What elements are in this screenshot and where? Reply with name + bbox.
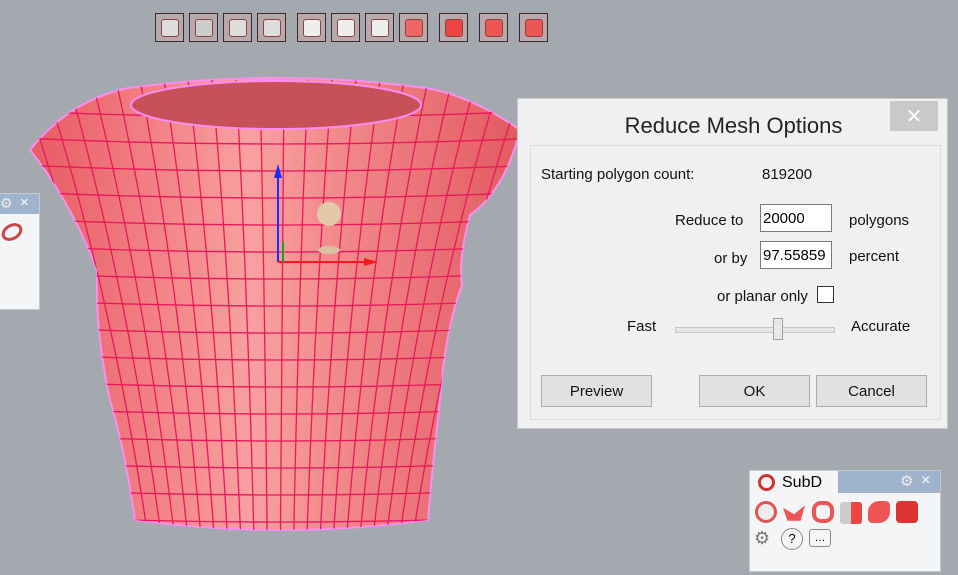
subd-tab-label: SubD (782, 474, 823, 491)
accurate-label: Accurate (851, 318, 911, 335)
quality-slider[interactable] (675, 327, 835, 333)
settings-icon[interactable]: ⚙ (754, 528, 776, 550)
preview-button[interactable]: Preview (541, 375, 652, 407)
subd-display-icon[interactable] (755, 501, 777, 523)
gumball-toolbar (155, 13, 548, 42)
gear-icon[interactable]: ⚙ (900, 472, 913, 490)
subd-box-icon[interactable] (840, 502, 862, 524)
cancel-button[interactable]: Cancel (816, 375, 927, 407)
box-vertex-icon[interactable] (297, 13, 326, 42)
subd-pipe-icon[interactable] (812, 501, 834, 523)
subd-tab-icon (758, 474, 775, 491)
slider-thumb[interactable] (772, 318, 783, 340)
planar-only-label: or planar only (717, 288, 808, 305)
more-icon[interactable]: … (809, 529, 831, 547)
cone-icon[interactable] (519, 13, 548, 42)
gumball-scale-icon[interactable] (223, 13, 252, 42)
or-by-label: or by (714, 250, 748, 267)
percent-unit: percent (849, 248, 900, 265)
subd-panel: SubD ⚙ × ⚙ ? … (749, 470, 941, 572)
left-panel: ⚙ × (0, 193, 40, 310)
subd-edit-icon[interactable] (868, 501, 890, 523)
help-icon[interactable]: ? (781, 528, 803, 550)
starting-count-label: Starting polygon count: (541, 166, 695, 183)
torus-icon[interactable] (0, 219, 26, 245)
subd-history-icon[interactable] (896, 501, 918, 523)
percent-input[interactable] (760, 241, 832, 269)
reduce-to-input[interactable] (760, 204, 832, 232)
close-button[interactable]: ✕ (890, 101, 938, 131)
sphere-subd-icon[interactable] (479, 13, 508, 42)
subd-primitive-icon[interactable] (783, 505, 805, 521)
history-icon[interactable] (439, 13, 468, 42)
box-solid-icon[interactable] (399, 13, 428, 42)
gumball-rotate-icon[interactable] (189, 13, 218, 42)
subd-mesh-object (0, 77, 560, 549)
gumball-move-icon[interactable] (155, 13, 184, 42)
polygons-unit: polygons (849, 212, 910, 229)
dialog-title: Reduce Mesh Options (624, 113, 843, 138)
starting-count-value: 819200 (762, 166, 813, 183)
gumball-multi-icon[interactable] (257, 13, 286, 42)
fast-label: Fast (627, 318, 657, 335)
planar-only-checkbox[interactable] (817, 286, 834, 303)
panel-close-icon[interactable]: × (20, 194, 29, 211)
mesh-wire (0, 542, 560, 549)
panel-close-icon[interactable]: × (921, 472, 930, 490)
box-edge-icon[interactable] (331, 13, 360, 42)
ok-button[interactable]: OK (699, 375, 810, 407)
gear-icon[interactable]: ⚙ (0, 195, 13, 212)
reduce-to-label: Reduce to (675, 212, 744, 229)
reduce-mesh-dialog: Reduce Mesh Options ✕ Starting polygon c… (517, 98, 948, 429)
box-face-icon[interactable] (365, 13, 394, 42)
tab-subd[interactable]: SubD (750, 471, 838, 495)
